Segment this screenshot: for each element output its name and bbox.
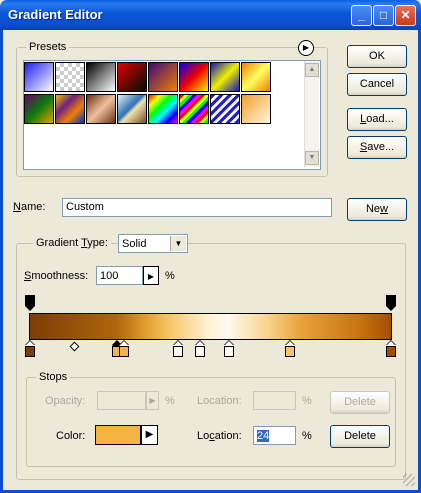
new-button[interactable]: New bbox=[347, 198, 407, 221]
minimize-icon: _ bbox=[358, 8, 365, 22]
preset-black-white[interactable] bbox=[86, 62, 116, 92]
opacity-location-label: Location: bbox=[197, 395, 242, 407]
resize-grip-icon[interactable] bbox=[403, 474, 415, 486]
preset-copper[interactable] bbox=[86, 94, 116, 124]
preset-blue-yellow-blue[interactable] bbox=[210, 62, 240, 92]
opacity-stops-track[interactable] bbox=[25, 295, 396, 311]
play-arrow-icon: ▶ bbox=[147, 272, 155, 281]
color-stop[interactable] bbox=[284, 341, 295, 357]
cancel-button[interactable]: Cancel bbox=[347, 73, 407, 96]
color-location-label: Location: bbox=[197, 430, 242, 442]
name-input[interactable] bbox=[62, 198, 332, 217]
play-arrow-icon: ▶ bbox=[145, 429, 154, 440]
opacity-input[interactable] bbox=[97, 391, 146, 410]
presets-scrollbar[interactable]: ▲ ▼ bbox=[304, 61, 319, 167]
preset-yellow-violet-orange-blue[interactable] bbox=[55, 94, 85, 124]
delete-color-stop-button[interactable]: Delete bbox=[330, 425, 390, 448]
color-label: Color: bbox=[56, 430, 86, 442]
preset-orange-transparent[interactable] bbox=[241, 94, 271, 124]
close-icon: ✕ bbox=[400, 8, 411, 22]
color-swatch[interactable] bbox=[95, 425, 141, 445]
play-arrow-icon: ▶ bbox=[302, 43, 310, 52]
gradient-type-value: Solid bbox=[122, 238, 147, 250]
color-stop[interactable] bbox=[223, 341, 234, 357]
stops-label: Stops bbox=[36, 371, 71, 383]
new-label: Ne bbox=[365, 203, 381, 215]
gradient-type-select[interactable]: Solid ▼ bbox=[118, 234, 188, 253]
window-title: Gradient Editor bbox=[8, 7, 103, 22]
color-stop[interactable] bbox=[25, 341, 35, 357]
opacity-stop[interactable] bbox=[25, 295, 35, 311]
color-stop[interactable] bbox=[386, 341, 396, 357]
color-location-label-end: ation: bbox=[214, 430, 242, 442]
ok-button[interactable]: OK bbox=[347, 45, 407, 68]
gradient-bar[interactable] bbox=[29, 313, 392, 340]
save-label: ave... bbox=[367, 141, 395, 153]
opacity-stop[interactable] bbox=[386, 295, 396, 311]
preset-blue-red-yellow[interactable] bbox=[179, 62, 209, 92]
opacity-slider-button[interactable]: ▶ bbox=[146, 391, 159, 410]
preset-spectrum[interactable] bbox=[148, 94, 178, 124]
preset-transparent-stripes[interactable] bbox=[210, 94, 240, 124]
save-button[interactable]: Save... bbox=[347, 136, 407, 159]
preset-violet-green-orange[interactable] bbox=[24, 94, 54, 124]
delete-opacity-stop-button[interactable]: Delete bbox=[330, 391, 390, 414]
maximize-button[interactable]: □ bbox=[373, 5, 394, 26]
opacity-label: Opacity: bbox=[45, 395, 86, 407]
color-stops-track[interactable] bbox=[25, 341, 396, 359]
window-frame-left bbox=[0, 30, 3, 493]
preset-violet-orange[interactable] bbox=[148, 62, 178, 92]
preset-red-green[interactable] bbox=[117, 62, 147, 92]
color-stop[interactable] bbox=[194, 341, 205, 357]
smoothness-slider-button[interactable]: ▶ bbox=[143, 266, 159, 285]
smoothness-label: Smoothness: bbox=[24, 270, 88, 282]
load-label: oad... bbox=[366, 113, 394, 125]
presets-menu-button[interactable]: ▶ bbox=[298, 40, 314, 56]
color-location-input[interactable]: 24 bbox=[253, 426, 296, 445]
preset-orange-yellow-orange[interactable] bbox=[241, 62, 271, 92]
opacity-location-input[interactable] bbox=[253, 391, 296, 410]
color-stop[interactable] bbox=[118, 341, 129, 357]
preset-transparent-rainbow[interactable] bbox=[179, 94, 209, 124]
gradient-type-label: Gradient Type: bbox=[33, 237, 111, 249]
play-arrow-icon: ▶ bbox=[149, 396, 156, 405]
minimize-button[interactable]: _ bbox=[351, 5, 372, 26]
gradient-type-label-text: Gradient bbox=[36, 237, 82, 249]
maximize-icon: □ bbox=[379, 8, 388, 22]
chevron-down-icon[interactable]: ▼ bbox=[170, 236, 186, 251]
opacity-unit: % bbox=[165, 395, 175, 407]
presets-grid bbox=[24, 62, 304, 126]
close-button[interactable]: ✕ bbox=[395, 5, 416, 26]
smoothness-unit: % bbox=[165, 270, 175, 282]
name-label-text: ame: bbox=[20, 201, 46, 213]
color-location-unit: % bbox=[302, 430, 312, 442]
presets-label: Presets bbox=[26, 41, 70, 53]
name-label: Name: bbox=[13, 201, 45, 213]
scroll-up-icon[interactable]: ▲ bbox=[305, 63, 319, 77]
preset-violet-transparent[interactable] bbox=[55, 62, 85, 92]
midpoint-diamond-icon[interactable] bbox=[69, 341, 80, 352]
preset-violet-white[interactable] bbox=[24, 62, 54, 92]
scroll-down-icon[interactable]: ▼ bbox=[305, 151, 319, 165]
load-button[interactable]: Load... bbox=[347, 108, 407, 131]
color-menu-button[interactable]: ▶ bbox=[141, 425, 158, 445]
opacity-location-unit: % bbox=[302, 395, 312, 407]
color-location-value: 24 bbox=[257, 430, 270, 442]
gradient-type-label-end: ype: bbox=[87, 237, 108, 249]
color-location-label-text: Lo bbox=[197, 430, 210, 442]
smoothness-label-text: moothness: bbox=[31, 270, 89, 282]
name-hotkey: N bbox=[13, 201, 21, 213]
color-swatch-fill bbox=[96, 426, 140, 444]
new-hotkey: w bbox=[380, 203, 388, 215]
smoothness-input[interactable]: 100 bbox=[96, 266, 143, 285]
preset-chrome[interactable] bbox=[117, 94, 147, 124]
color-stop[interactable] bbox=[173, 341, 183, 357]
